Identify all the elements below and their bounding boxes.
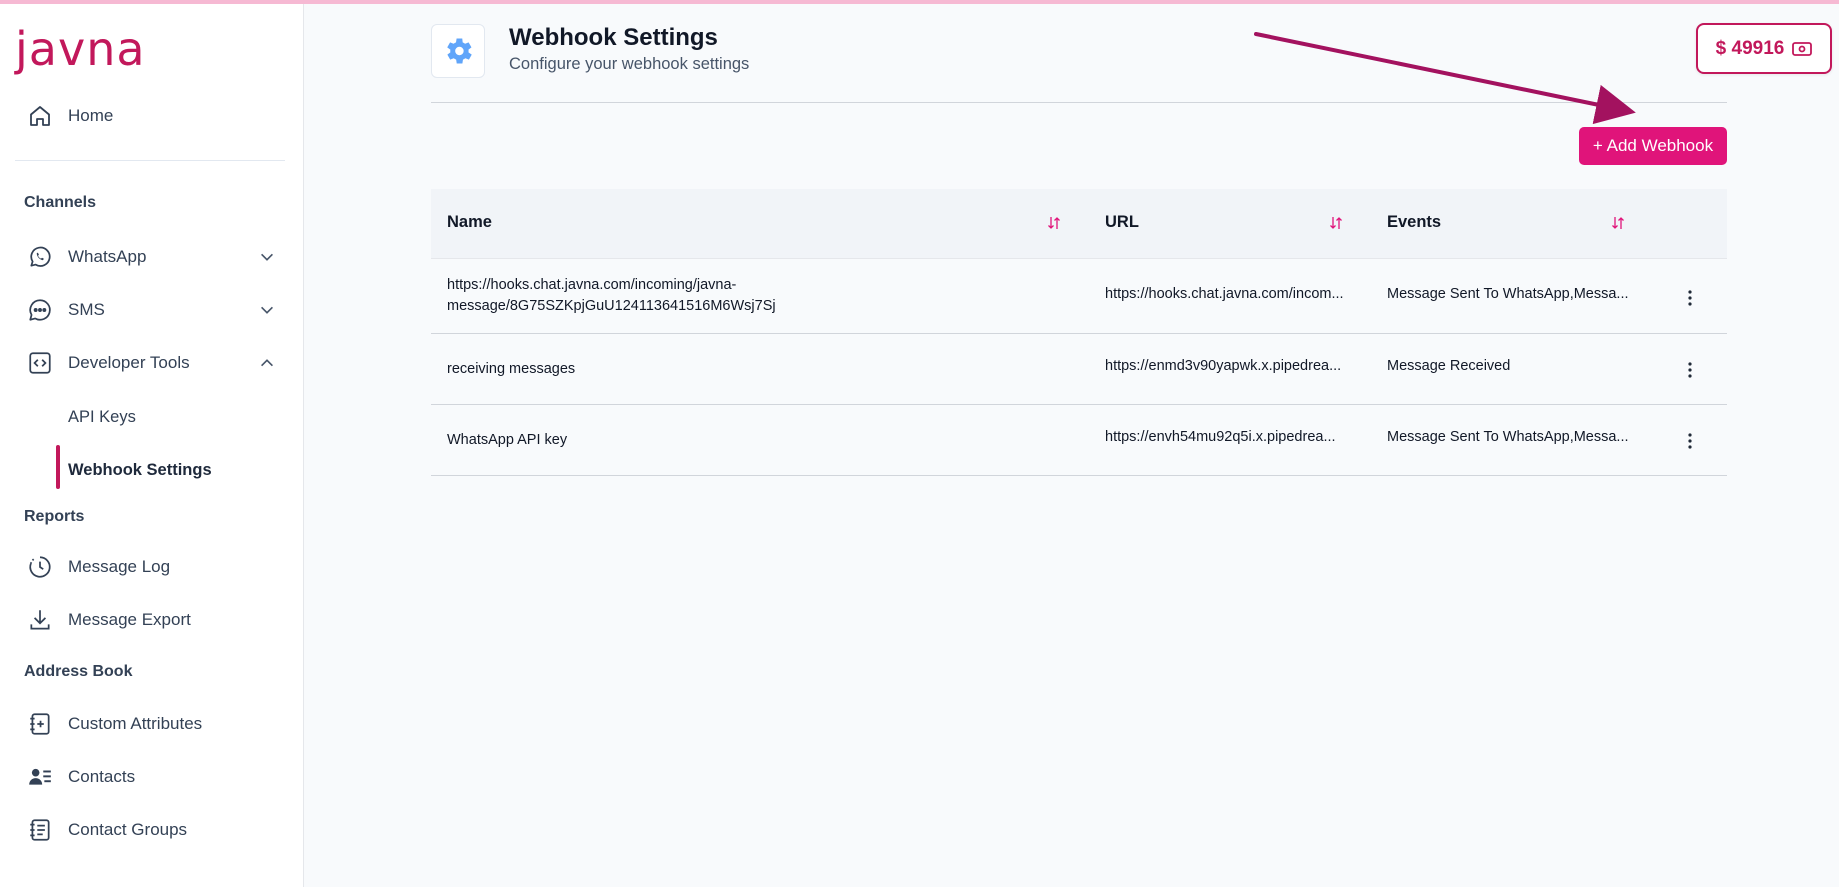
webhook-name-line: message/8G75SZKpjGuU124113641516M6Wsj7Sj [447, 298, 776, 314]
webhook-name: WhatsApp API key [447, 432, 568, 448]
chevron-down-icon[interactable] [258, 301, 276, 319]
table-row[interactable]: https://hooks.chat.javna.com/incoming/ja… [431, 259, 1727, 334]
code-icon [26, 349, 54, 377]
sidebar-item-label: Contacts [68, 767, 136, 786]
sidebar-item-custom-attributes[interactable]: Custom Attributes [26, 706, 276, 742]
sidebar-item-home[interactable]: Home [26, 98, 276, 134]
sidebar-item-contact-groups[interactable]: Contact Groups [26, 812, 276, 848]
sidebar-item-api-keys[interactable]: API Keys [68, 408, 136, 427]
webhook-name: receiving messages [447, 361, 576, 377]
webhook-url: https://envh54mu92q5i.x.pipedrea... [1105, 429, 1336, 445]
sidebar-item-label: Contact Groups [68, 820, 188, 839]
column-header-events[interactable]: Events [1387, 213, 1441, 232]
sidebar-item-label: Developer Tools [68, 353, 190, 372]
active-indicator [56, 445, 60, 489]
sidebar-item-label: WhatsApp [68, 247, 147, 266]
webhook-events: Message Received [1387, 358, 1511, 374]
webhook-name-line: https://hooks.chat.javna.com/incoming/ja… [447, 277, 737, 293]
balance-badge[interactable]: $ 49916 [1696, 23, 1832, 74]
table-row[interactable]: WhatsApp API key https://envh54mu92q5i.x… [431, 405, 1727, 476]
webhook-events: Message Sent To WhatsApp,Messa... [1387, 429, 1629, 445]
webhook-url: https://enmd3v90yapwk.x.pipedrea... [1105, 358, 1342, 374]
section-title-address-book: Address Book [24, 663, 133, 680]
sort-icon[interactable] [1047, 216, 1061, 230]
sidebar: javna Home Channels WhatsApp SMS Develop… [0, 4, 304, 887]
sidebar-item-label: SMS [68, 300, 105, 319]
sidebar-item-whatsapp[interactable]: WhatsApp [26, 239, 276, 275]
column-header-name[interactable]: Name [447, 213, 492, 232]
page-title: Webhook Settings [509, 24, 718, 51]
sidebar-item-developer-tools[interactable]: Developer Tools [26, 345, 276, 381]
chevron-down-icon[interactable] [258, 248, 276, 266]
webhook-events: Message Sent To WhatsApp,Messa... [1387, 286, 1629, 302]
more-options-icon[interactable] [1680, 288, 1700, 308]
sidebar-item-label: Message Log [68, 557, 171, 576]
contact-groups-icon [26, 816, 54, 844]
section-title-channels: Channels [24, 194, 97, 211]
table-row[interactable]: receiving messages https://enmd3v90yapwk… [431, 334, 1727, 405]
sidebar-item-label: Custom Attributes [68, 714, 203, 733]
sidebar-item-webhook-settings[interactable]: Webhook Settings [68, 461, 212, 480]
clock-icon [26, 553, 54, 581]
column-header-url[interactable]: URL [1105, 213, 1139, 232]
webhook-url: https://hooks.chat.javna.com/incom... [1105, 286, 1344, 302]
sidebar-item-label: Home [68, 106, 114, 125]
sort-icon[interactable] [1611, 216, 1625, 230]
sidebar-item-sms[interactable]: SMS [26, 292, 276, 328]
sidebar-item-label: Message Export [68, 610, 191, 629]
download-icon [26, 606, 54, 634]
sort-icon[interactable] [1329, 216, 1343, 230]
sidebar-item-message-export[interactable]: Message Export [26, 602, 276, 638]
page-subtitle: Configure your webhook settings [509, 55, 750, 73]
more-options-icon[interactable] [1680, 431, 1700, 451]
whatsapp-icon [26, 243, 54, 271]
settings-gear-icon [431, 24, 485, 78]
sidebar-item-contacts[interactable]: Contacts [26, 759, 276, 795]
sidebar-divider [15, 160, 285, 161]
table-header: Name URL Events [431, 189, 1727, 259]
chat-bubble-icon [26, 296, 54, 324]
more-options-icon[interactable] [1680, 360, 1700, 380]
chevron-up-icon[interactable] [258, 354, 276, 372]
header-divider [431, 102, 1727, 103]
home-icon [26, 102, 54, 130]
contacts-icon [26, 763, 54, 791]
cash-icon [1792, 41, 1813, 56]
section-title-reports: Reports [24, 508, 85, 525]
add-webhook-button[interactable]: + Add Webhook [1579, 127, 1727, 165]
webhooks-table: Name URL Events https://hooks.chat.javna… [431, 189, 1727, 476]
javna-logo[interactable]: javna [15, 22, 146, 76]
sidebar-item-message-log[interactable]: Message Log [26, 549, 276, 585]
custom-attributes-icon [26, 710, 54, 738]
balance-amount: $ 49916 [1715, 37, 1785, 59]
